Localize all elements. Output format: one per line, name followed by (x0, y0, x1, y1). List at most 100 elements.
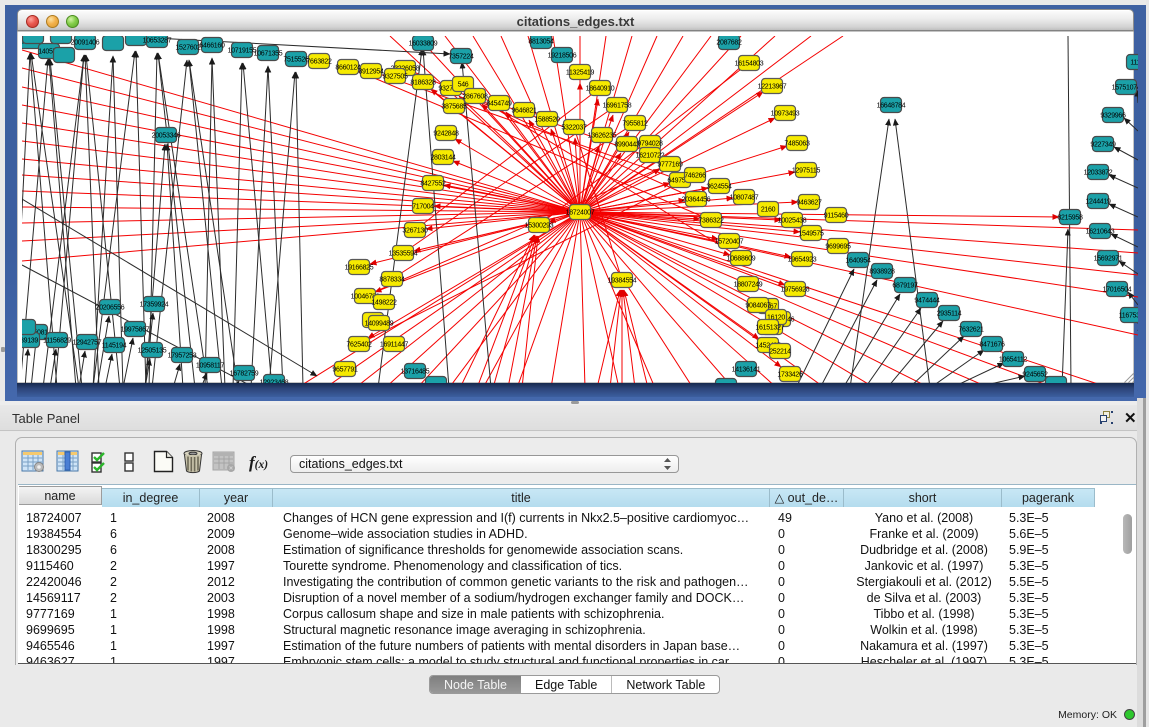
svg-text:13535594: 13535594 (389, 250, 418, 257)
svg-text:19166825: 19166825 (345, 264, 374, 271)
svg-text:9777169: 9777169 (657, 161, 683, 168)
svg-text:5322037: 5322037 (561, 124, 587, 131)
svg-text:6879197: 6879197 (892, 282, 918, 289)
svg-text:14136141: 14136141 (732, 366, 761, 373)
svg-text:9646821: 9646821 (511, 107, 537, 114)
svg-text:1640954: 1640954 (845, 257, 871, 264)
svg-text:8186328: 8186328 (410, 79, 436, 86)
svg-text:8813054: 8813054 (528, 38, 554, 45)
svg-text:9657791: 9657791 (332, 366, 358, 373)
svg-text:9327505: 9327505 (382, 73, 408, 80)
svg-text:19654923: 19654923 (788, 256, 817, 263)
svg-text:3267130: 3267130 (402, 227, 428, 234)
svg-text:10688609: 10688609 (727, 255, 756, 262)
svg-text:9115460: 9115460 (824, 212, 849, 219)
svg-text:8878334: 8878334 (379, 276, 405, 283)
svg-text:20364456: 20364456 (682, 196, 711, 203)
svg-text:8215958: 8215958 (1057, 214, 1083, 221)
svg-text:9245652: 9245652 (1022, 371, 1048, 378)
svg-text:16782759: 16782759 (230, 370, 259, 377)
svg-text:16210643: 16210643 (1086, 228, 1115, 235)
svg-text:9329966: 9329966 (1100, 112, 1126, 119)
svg-text:2160: 2160 (761, 206, 776, 213)
svg-text:9084067: 9084067 (745, 302, 771, 309)
svg-text:3624554: 3624554 (706, 183, 732, 190)
svg-text:7386322: 7386322 (698, 217, 724, 224)
svg-text:20053346: 20053346 (152, 132, 181, 139)
svg-text:10654112: 10654112 (999, 356, 1028, 363)
svg-text:16154803: 16154803 (735, 60, 764, 67)
svg-text:15300293: 15300293 (525, 222, 554, 229)
svg-text:2867608: 2867608 (462, 93, 488, 100)
svg-text:16961758: 16961758 (603, 102, 632, 109)
svg-text:1244419: 1244419 (1085, 198, 1111, 205)
svg-text:9227349: 9227349 (1090, 141, 1116, 148)
svg-text:2087682: 2087682 (716, 39, 742, 46)
svg-text:10958117: 10958117 (196, 362, 225, 369)
svg-text:17016504: 17016504 (1103, 286, 1132, 293)
svg-text:6466160: 6466160 (199, 42, 225, 49)
svg-text:746266: 746266 (684, 172, 706, 179)
svg-text:17359924: 17359924 (140, 301, 169, 308)
svg-text:8660124: 8660124 (335, 64, 361, 71)
svg-text:7515526: 7515526 (283, 56, 309, 63)
svg-text:20091406: 20091406 (71, 39, 100, 46)
svg-text:1615132: 1615132 (755, 324, 781, 331)
svg-text:39139: 39139 (22, 337, 38, 344)
svg-text:19218506: 19218506 (548, 52, 577, 59)
svg-text:10807487: 10807487 (730, 194, 759, 201)
svg-text:10025438: 10025438 (778, 217, 807, 224)
svg-text:1112: 1112 (1130, 59, 1138, 66)
svg-text:19756928: 19756928 (781, 286, 810, 293)
svg-text:16648784: 16648784 (877, 102, 906, 109)
svg-text:14099489: 14099489 (365, 320, 394, 327)
svg-text:1498222: 1498222 (371, 299, 397, 306)
svg-text:3875685: 3875685 (441, 103, 467, 110)
svg-text:1527602: 1527602 (175, 44, 201, 51)
svg-text:19384554: 19384554 (608, 277, 637, 284)
svg-text:1588520: 1588520 (534, 116, 560, 123)
svg-text:12942757: 12942757 (73, 339, 102, 346)
svg-text:546: 546 (458, 81, 469, 88)
svg-text:7625402: 7625402 (346, 341, 372, 348)
svg-text:1145194: 1145194 (102, 342, 127, 349)
svg-text:7663822: 7663822 (306, 58, 332, 65)
svg-text:9463627: 9463627 (796, 199, 822, 206)
svg-text:10653287: 10653287 (143, 37, 172, 44)
svg-text:8938928: 8938928 (869, 268, 895, 275)
svg-text:12505135: 12505135 (138, 347, 167, 354)
svg-text:10973493: 10973493 (771, 110, 800, 117)
svg-text:10719155: 10719155 (228, 47, 257, 54)
svg-text:1549575: 1549575 (798, 230, 824, 237)
svg-text:15720407: 15720407 (715, 238, 744, 245)
svg-text:2803144: 2803144 (430, 154, 456, 161)
svg-text:8990443: 8990443 (614, 141, 640, 148)
svg-text:13626235: 13626235 (588, 132, 617, 139)
svg-text:1733426: 1733426 (777, 371, 803, 378)
svg-text:12213967: 12213967 (758, 83, 787, 90)
svg-text:18640910: 18640910 (586, 85, 615, 92)
svg-text:7632621: 7632621 (958, 326, 984, 333)
svg-text:12975115: 12975115 (792, 167, 821, 174)
svg-text:16033809: 16033809 (409, 40, 438, 47)
svg-text:9699695: 9699695 (825, 243, 851, 250)
svg-text:11325419: 11325419 (566, 69, 595, 76)
svg-text:7485063: 7485063 (784, 140, 810, 147)
svg-text:717004: 717004 (412, 203, 434, 210)
svg-text:16911447: 16911447 (380, 341, 409, 348)
svg-text:15751074: 15751074 (1112, 84, 1138, 91)
svg-text:17957253: 17957253 (168, 352, 197, 359)
svg-text:11156829: 11156829 (43, 337, 71, 344)
svg-text:9794028: 9794028 (637, 140, 663, 147)
svg-text:9474444: 9474444 (914, 297, 940, 304)
svg-text:2935114: 2935114 (937, 310, 962, 317)
svg-text:18807249: 18807249 (734, 281, 763, 288)
svg-text:8454749: 8454749 (486, 100, 512, 107)
svg-text:252214: 252214 (769, 348, 791, 355)
svg-text:9242848: 9242848 (433, 130, 459, 137)
svg-text:8912954: 8912954 (358, 68, 384, 75)
svg-text:8471676: 8471676 (979, 341, 1005, 348)
svg-text:7955812: 7955812 (622, 120, 648, 127)
svg-text:1167534: 1167534 (1119, 312, 1138, 319)
svg-text:19975867: 19975867 (121, 326, 150, 333)
